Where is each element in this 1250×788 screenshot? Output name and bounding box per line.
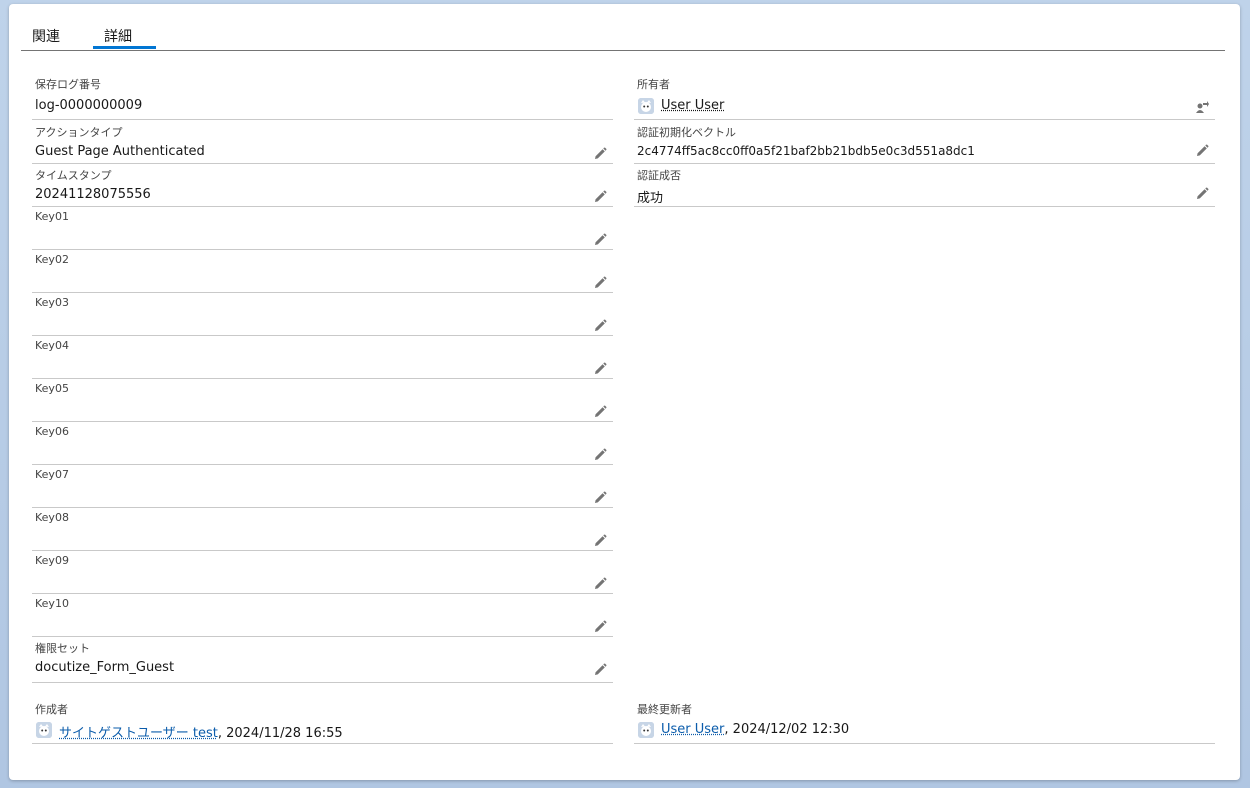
modified-by-link[interactable]: User User [661, 722, 724, 737]
field-created-by: 作成者 サイトゲストユーザー test, 2024/11/28 16:55 [32, 701, 613, 744]
change-owner-icon[interactable] [1195, 99, 1209, 113]
field-value: 2c4774ff5ac8cc0ff0a5f21baf2bb21bdb5e0c3d… [637, 144, 975, 158]
field-label: 最終更新者 [637, 703, 692, 716]
pencil-icon[interactable] [593, 533, 607, 547]
pencil-icon[interactable] [593, 662, 607, 676]
field-label: タイムスタンプ [35, 169, 112, 182]
pencil-icon[interactable] [593, 189, 607, 203]
created-date: , 2024/11/28 16:55 [217, 726, 343, 741]
modified-by-value: User User, 2024/12/02 12:30 [661, 722, 849, 737]
field-row: タイムスタンプ 20241128075556 [32, 167, 613, 207]
field-row: Key05 [32, 382, 613, 422]
field-label: Key01 [35, 210, 69, 223]
active-tab-indicator [93, 46, 156, 49]
field-row: 権限セット docutize_Form_Guest [32, 640, 613, 683]
tab-bar: 関連 詳細 [21, 4, 1225, 51]
field-label: アクションタイプ [35, 126, 123, 139]
field-label: 所有者 [637, 78, 670, 91]
user-avatar-icon [36, 722, 52, 738]
pencil-icon[interactable] [593, 275, 607, 289]
field-row: Key02 [32, 253, 613, 293]
tab-detail[interactable]: 詳細 [104, 26, 132, 46]
field-label: Key07 [35, 468, 69, 481]
field-label: 保存ログ番号 [35, 78, 101, 91]
field-row: Key07 [32, 468, 613, 508]
field-label: Key09 [35, 554, 69, 567]
field-label: Key02 [35, 253, 69, 266]
field-row: Key06 [32, 425, 613, 465]
user-avatar-icon [638, 722, 654, 738]
modified-date: , 2024/12/02 12:30 [724, 722, 850, 737]
field-row: Key10 [32, 597, 613, 637]
pencil-icon[interactable] [593, 232, 607, 246]
created-by-value: サイトゲストユーザー test, 2024/11/28 16:55 [59, 722, 343, 741]
field-value: 成功 [637, 191, 664, 206]
field-row: Key04 [32, 339, 613, 379]
field-label: Key10 [35, 597, 69, 610]
tab-related[interactable]: 関連 [32, 26, 60, 46]
created-by-link[interactable]: サイトゲストユーザー test [59, 726, 218, 741]
field-label: 権限セット [35, 642, 90, 655]
field-label: Key03 [35, 296, 69, 309]
pencil-icon[interactable] [593, 619, 607, 633]
field-auth-result: 認証成否 成功 [634, 167, 1215, 207]
field-value: docutize_Form_Guest [35, 660, 175, 675]
pencil-icon[interactable] [593, 404, 607, 418]
owner-link[interactable]: User User [661, 98, 724, 113]
pencil-icon[interactable] [593, 146, 607, 160]
field-value: 20241128075556 [35, 187, 151, 202]
field-label: Key04 [35, 339, 69, 352]
field-row: 保存ログ番号 log-0000000009 [32, 76, 613, 120]
field-row: アクションタイプ Guest Page Authenticated [32, 124, 613, 164]
field-label: Key05 [35, 382, 69, 395]
pencil-icon[interactable] [1195, 186, 1209, 200]
field-row: Key01 [32, 210, 613, 250]
field-owner: 所有者 User User [634, 76, 1215, 120]
pencil-icon[interactable] [593, 361, 607, 375]
field-value: log-0000000009 [35, 98, 143, 113]
field-modified-by: 最終更新者 User User, 2024/12/02 12:30 [634, 701, 1215, 744]
field-label: 認証成否 [637, 169, 681, 182]
field-iv: 認証初期化ベクトル 2c4774ff5ac8cc0ff0a5f21baf2bb2… [634, 124, 1215, 164]
pencil-icon[interactable] [593, 490, 607, 504]
pencil-icon[interactable] [593, 576, 607, 590]
pencil-icon[interactable] [1195, 143, 1209, 157]
user-avatar-icon [638, 98, 654, 114]
pencil-icon[interactable] [593, 318, 607, 332]
field-value: Guest Page Authenticated [35, 144, 205, 159]
field-row: Key09 [32, 554, 613, 594]
field-row: Key03 [32, 296, 613, 336]
field-label: Key08 [35, 511, 69, 524]
record-detail-card: 関連 詳細 保存ログ番号 log-0000000009 アクションタイプ Guest … [9, 4, 1240, 780]
field-label: 認証初期化ベクトル [637, 126, 736, 139]
field-label: 作成者 [35, 703, 68, 716]
pencil-icon[interactable] [593, 447, 607, 461]
field-row: Key08 [32, 511, 613, 551]
field-label: Key06 [35, 425, 69, 438]
